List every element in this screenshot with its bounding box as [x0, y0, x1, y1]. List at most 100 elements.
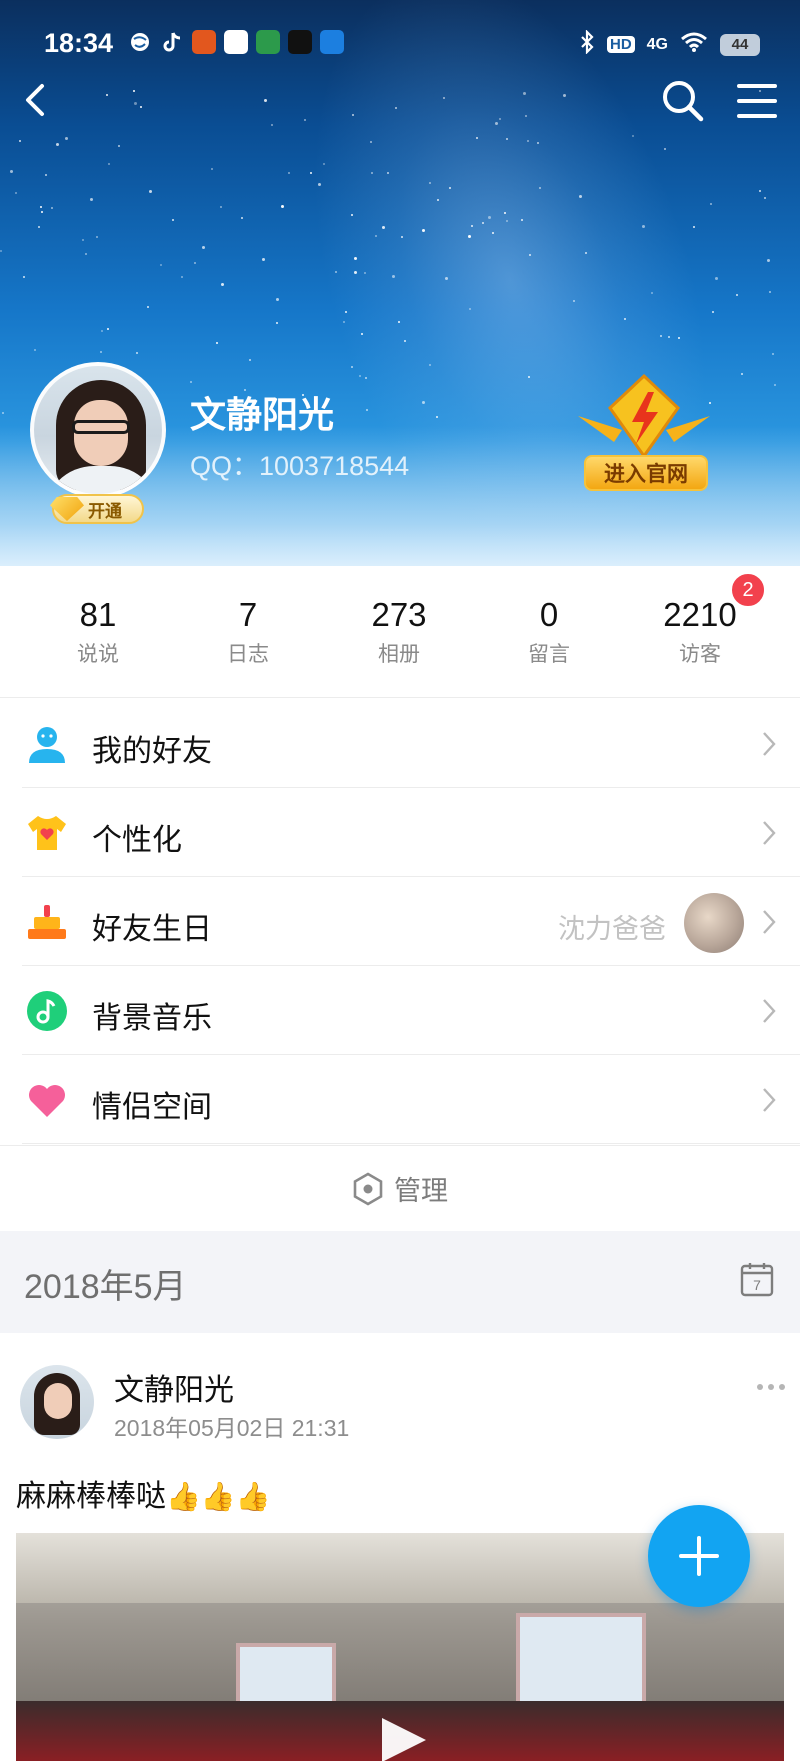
star-dot: [759, 190, 761, 192]
status-app-icons: [128, 30, 344, 54]
star-dot: [220, 206, 222, 208]
star-dot: [101, 330, 103, 332]
back-button[interactable]: [16, 78, 56, 122]
menu-item-music[interactable]: 背景音乐: [0, 966, 800, 1055]
menu-item-personalize[interactable]: 个性化: [0, 788, 800, 877]
star-dot: [45, 174, 47, 176]
star-dot: [172, 219, 174, 221]
star-dot: [404, 340, 406, 342]
star-dot: [495, 122, 498, 125]
star-dot: [488, 216, 491, 219]
status-time: 18:34: [44, 28, 114, 58]
star-dot: [323, 163, 325, 165]
star-dot: [19, 140, 21, 142]
status-bar: 18:34 HD 4G 44: [0, 0, 800, 80]
personalize-icon: [28, 816, 66, 850]
manage-label: 管理: [394, 1176, 448, 1206]
star-dot: [0, 250, 2, 252]
star-dot: [506, 138, 508, 140]
chevron-right-icon: [763, 1088, 776, 1112]
star-dot: [107, 328, 109, 330]
post-author-name[interactable]: 文静阳光: [114, 1365, 234, 1409]
stat-value: 7: [238, 596, 258, 633]
star-dot: [149, 190, 152, 193]
profile-header: 18:34 HD 4G 44 开通 文静阳光 QQ：1003718544 进入官…: [0, 0, 800, 566]
stat-label: 日志: [227, 643, 269, 666]
star-dot: [715, 277, 718, 280]
stat-posts[interactable]: 81 说说: [28, 596, 168, 668]
hexagon-settings-icon: [353, 1171, 383, 1206]
star-dot: [211, 168, 213, 170]
menu-item-label: 背景音乐: [92, 1002, 212, 1035]
avatar-glasses: [72, 420, 130, 434]
star-dot: [106, 94, 108, 96]
star-dot: [359, 375, 361, 377]
profile-name: 文静阳光: [190, 394, 335, 435]
star-dot: [445, 277, 448, 280]
star-dot: [539, 187, 541, 189]
chevron-right-icon: [763, 910, 776, 934]
star-dot: [769, 291, 771, 293]
star-dot: [160, 264, 162, 266]
star-dot: [181, 276, 183, 278]
star-dot: [100, 351, 102, 353]
more-options-icon[interactable]: [756, 1383, 786, 1391]
star-dot: [449, 187, 451, 189]
stat-value: 81: [79, 596, 117, 633]
status-indicators: HD 4G 44: [579, 29, 760, 59]
star-dot: [443, 97, 445, 99]
star-dot: [523, 92, 526, 95]
star-dot: [429, 364, 431, 366]
calendar-button[interactable]: 7: [740, 1261, 774, 1297]
star-dot: [65, 137, 68, 140]
heart-icon: [29, 1085, 65, 1117]
stat-label: 访客: [679, 643, 721, 666]
stat-messages[interactable]: 0 留言: [479, 596, 619, 668]
vip-open-label: 开通: [88, 501, 122, 521]
star-dot: [361, 333, 363, 335]
star-dot: [387, 172, 389, 174]
star-dot: [221, 283, 224, 286]
avatar[interactable]: [30, 362, 166, 498]
star-dot: [482, 222, 484, 224]
star-dot: [352, 114, 354, 116]
star-dot: [529, 254, 531, 256]
menu-item-friends[interactable]: 我的好友: [0, 699, 800, 788]
post-author-avatar[interactable]: [20, 1365, 94, 1439]
star-dot: [241, 217, 243, 219]
star-dot: [764, 197, 766, 199]
star-dot: [436, 416, 438, 418]
search-button[interactable]: [660, 78, 706, 124]
star-dot: [10, 170, 13, 173]
stat-label: 留言: [528, 643, 570, 666]
friends-icon: [29, 727, 65, 763]
bluetooth-icon: [579, 29, 595, 59]
star-dot: [469, 308, 471, 310]
star-dot: [375, 235, 377, 237]
star-dot: [190, 381, 192, 383]
star-dot: [395, 107, 397, 109]
battery-indicator: 44: [720, 33, 760, 56]
star-dot: [492, 232, 494, 234]
menu-item-label: 好友生日: [92, 913, 212, 946]
vip-open-badge[interactable]: 开通: [50, 494, 144, 524]
chevron-right-icon: [763, 732, 776, 756]
stat-blogs[interactable]: 7 日志: [178, 596, 318, 668]
stat-albums[interactable]: 273 相册: [329, 596, 469, 668]
star-dot: [774, 384, 776, 386]
tiktok-icon: [160, 30, 184, 54]
star-dot: [82, 239, 84, 241]
star-dot: [354, 271, 357, 274]
menu-item-couple-space[interactable]: 情侣空间: [0, 1055, 800, 1144]
menu-button[interactable]: [736, 82, 778, 120]
star-dot: [354, 257, 357, 260]
manage-button[interactable]: 管理: [0, 1145, 800, 1231]
chevron-right-icon: [763, 999, 776, 1023]
menu-item-birthday[interactable]: 好友生日 沈力爸爸: [0, 877, 800, 966]
official-site-button[interactable]: 进入官网: [584, 455, 708, 491]
profile-qq-number: QQ：1003718544: [190, 451, 410, 481]
blue-app-icon: [320, 30, 344, 54]
star-dot: [194, 262, 196, 264]
stat-value: 0: [539, 596, 559, 633]
add-post-button[interactable]: [648, 1505, 750, 1607]
